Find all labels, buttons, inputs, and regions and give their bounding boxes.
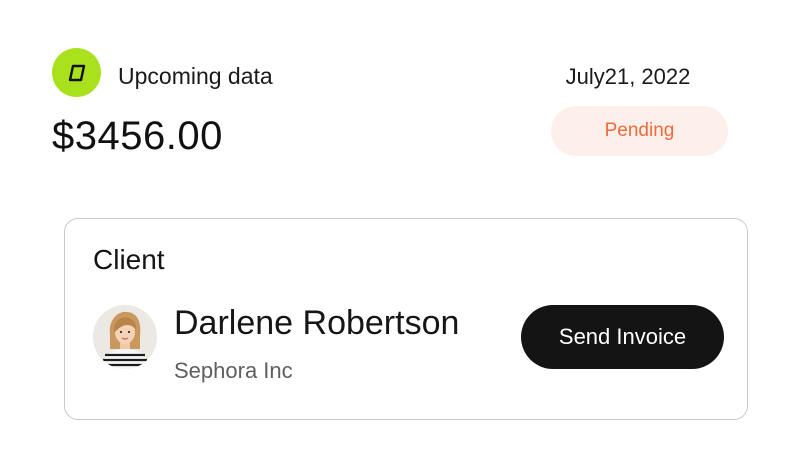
status-badge: Pending — [551, 106, 728, 156]
upcoming-label: Upcoming data — [118, 63, 273, 89]
logo-icon — [52, 48, 101, 97]
parallelogram-logo-icon — [68, 64, 85, 81]
amount-value: $3456.00 — [52, 114, 223, 158]
client-name: Darlene Robertson — [174, 304, 460, 342]
invoice-card: Upcoming data $3456.00 July21, 2022 Pend… — [0, 0, 792, 472]
send-invoice-button[interactable]: Send Invoice — [521, 305, 724, 369]
client-company: Sephora Inc — [174, 358, 293, 383]
user-avatar-icon — [93, 305, 157, 369]
client-heading: Client — [93, 244, 165, 275]
invoice-date: July21, 2022 — [565, 64, 691, 89]
client-card: Client Darlene Robertson Sephora Inc Sen… — [64, 218, 748, 420]
avatar[interactable] — [93, 305, 157, 369]
